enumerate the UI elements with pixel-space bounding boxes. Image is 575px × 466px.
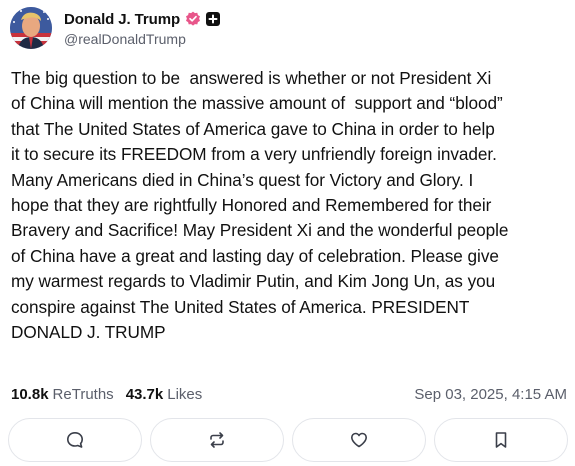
comment-icon: [67, 432, 83, 448]
retruths-stat[interactable]: 10.8k ReTruths: [11, 386, 114, 403]
likes-stat[interactable]: 43.7k Likes: [126, 386, 203, 403]
bookmark-button[interactable]: [434, 418, 568, 462]
author-handle[interactable]: @realDonaldTrump: [64, 31, 220, 47]
reply-button[interactable]: [8, 418, 142, 462]
avatar[interactable]: [10, 7, 52, 49]
retruths-count: 10.8k: [11, 385, 49, 403]
likes-label: Likes: [167, 385, 203, 403]
verified-badge-icon: [186, 11, 201, 26]
plus-badge-icon: [206, 12, 221, 26]
post-actions: [8, 418, 568, 462]
author-identity: Donald J. Trump @realDonaldTrump: [64, 9, 221, 47]
post-timestamp[interactable]: Sep 03, 2025, 4:15 AM: [414, 386, 567, 403]
retruths-label: ReTruths: [52, 385, 114, 403]
heart-icon: [351, 432, 367, 448]
bookmark-icon: [495, 432, 507, 448]
post-header: Donald J. Trump @realDonaldTrump: [10, 6, 565, 50]
likes-count: 43.7k: [125, 385, 164, 403]
avatar-image: [10, 7, 52, 49]
retruth-button[interactable]: [150, 418, 284, 462]
post-meta: 10.8k ReTruths 43.7k Likes Sep 03, 2025,…: [11, 383, 567, 405]
author-display-name[interactable]: Donald J. Trump: [64, 11, 180, 28]
like-button[interactable]: [292, 418, 426, 462]
retruth-icon: [210, 432, 224, 448]
post-text: The big question to be answered is wheth…: [11, 68, 509, 343]
